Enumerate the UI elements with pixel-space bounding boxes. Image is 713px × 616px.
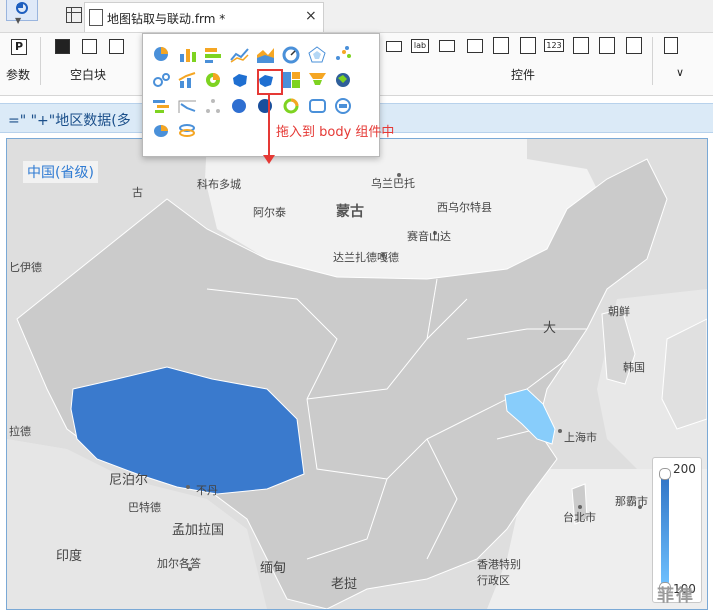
legend-max-label: 200: [673, 462, 696, 476]
number-icon[interactable]: 123: [544, 39, 564, 52]
map-label: 蒙古: [336, 204, 364, 220]
map-label: 老挝: [331, 577, 358, 592]
tree-icon[interactable]: [626, 37, 642, 54]
map-label: 孟加拉国: [172, 523, 225, 538]
collapse-ribbon-icon[interactable]: ∨: [676, 66, 684, 79]
ring-progress-icon: [283, 98, 299, 114]
param-icon[interactable]: P: [11, 39, 27, 55]
map-label: 香港特别行政区: [477, 558, 521, 587]
group-label-widget: 控件: [511, 68, 536, 82]
map-label: 缅甸: [260, 561, 287, 576]
line-chart-icon: [230, 48, 249, 63]
map-label: 印度: [56, 549, 83, 564]
checkbox-group-icon[interactable]: [599, 37, 615, 54]
list-icon[interactable]: [493, 37, 509, 54]
textbox-icon[interactable]: [386, 41, 402, 52]
grid-layout-icon[interactable]: [109, 39, 124, 54]
map-label: 那霸市: [615, 495, 648, 508]
gantt-icon: [153, 100, 169, 113]
document-icon: [89, 9, 103, 26]
map-title: 中国(省级): [23, 161, 98, 183]
legend-gradient-bar: [661, 474, 669, 586]
label-icon[interactable]: lab: [411, 39, 429, 53]
globe-icon: [232, 99, 246, 113]
area-chart-icon: [257, 48, 274, 63]
radio-group-icon[interactable]: [573, 37, 589, 54]
range-chart-icon: [178, 100, 196, 113]
tab-document[interactable]: 地图钻取与联动.frm * ×: [84, 2, 324, 32]
selected-chart-icon[interactable]: [257, 69, 283, 95]
map-label: 巴特德: [128, 501, 161, 514]
pie-chart-icon: [154, 47, 168, 61]
divider: [40, 37, 41, 85]
word-cloud-icon: [309, 99, 326, 113]
app-menu-button[interactable]: [6, 0, 38, 21]
combo-chart-icon: [178, 72, 196, 88]
dropdown-icon[interactable]: [467, 39, 483, 53]
divider: [652, 37, 653, 85]
funnel-icon: [309, 73, 326, 85]
map-label: 西乌尔特县: [437, 201, 492, 214]
arrow-head-icon: [263, 155, 275, 164]
china-map-widget[interactable]: 中国(省级) 蒙古 乌兰巴托 科布多城 阿尔泰 西乌尔特县 赛音山达 达兰扎德嘎…: [6, 138, 708, 610]
map-label: 朝鲜: [608, 305, 630, 318]
map-label: 上海市: [564, 431, 597, 444]
map-label: 赛音山达: [407, 230, 451, 243]
map-label: 加尔各答: [157, 557, 201, 570]
structure-icon: [206, 99, 220, 113]
map-label: 达兰扎德嘎德: [333, 251, 399, 264]
drag-arrow: [268, 94, 270, 158]
radar-icon: [308, 46, 326, 63]
map-label: 尼泊尔: [109, 473, 149, 488]
map-label: 科布多城: [197, 178, 241, 191]
search-icon[interactable]: [664, 37, 678, 54]
map-label: 乌兰巴托: [371, 177, 415, 190]
horizontal-bar-icon: [205, 48, 221, 63]
map-label: 阿尔泰: [253, 206, 286, 219]
map-label: 古: [132, 186, 143, 199]
chevron-down-icon[interactable]: ▼: [15, 16, 21, 25]
app-logo-icon: [16, 2, 28, 14]
drag-hint-text: 拖入到 body 组件中: [276, 125, 395, 140]
map-label: 匕伊德: [9, 261, 42, 274]
split-layout-icon[interactable]: [82, 39, 97, 54]
absolute-layout-icon[interactable]: [55, 39, 70, 54]
group-label-blank: 空白块: [70, 68, 107, 82]
map-label: 台北市: [563, 511, 596, 524]
grid-icon[interactable]: [66, 7, 82, 23]
donut-icon: [206, 73, 220, 87]
legend-handle-max[interactable]: [659, 468, 671, 480]
gauge-icon: [282, 46, 300, 64]
group-label-param: 参数: [6, 68, 31, 82]
chart-link-icon: [335, 98, 351, 114]
button-icon[interactable]: [439, 40, 455, 52]
pie-3d-icon: [154, 125, 168, 137]
china-map-icon: [233, 74, 247, 87]
layered-icon: [179, 124, 195, 137]
map-label: 拉德: [9, 425, 31, 438]
tab-bar: ▼ 地图钻取与联动.frm * ×: [0, 0, 713, 33]
date-icon[interactable]: [520, 37, 536, 54]
earth-3d-icon: [336, 73, 350, 87]
bubble-icon: [153, 73, 170, 87]
scatter-icon: [336, 46, 351, 60]
formula-text[interactable]: =" "+"地区数据(多: [8, 110, 131, 130]
map-label: 不丹: [196, 484, 218, 497]
map-label: 大: [543, 321, 557, 336]
treemap-icon: [283, 72, 300, 88]
bar-chart-icon: [180, 49, 196, 62]
map-watermark: 菲律宾: [657, 586, 695, 606]
map-label: 韩国: [623, 361, 645, 374]
tab-title: 地图钻取与联动.frm *: [107, 12, 226, 26]
close-icon[interactable]: ×: [305, 8, 317, 24]
